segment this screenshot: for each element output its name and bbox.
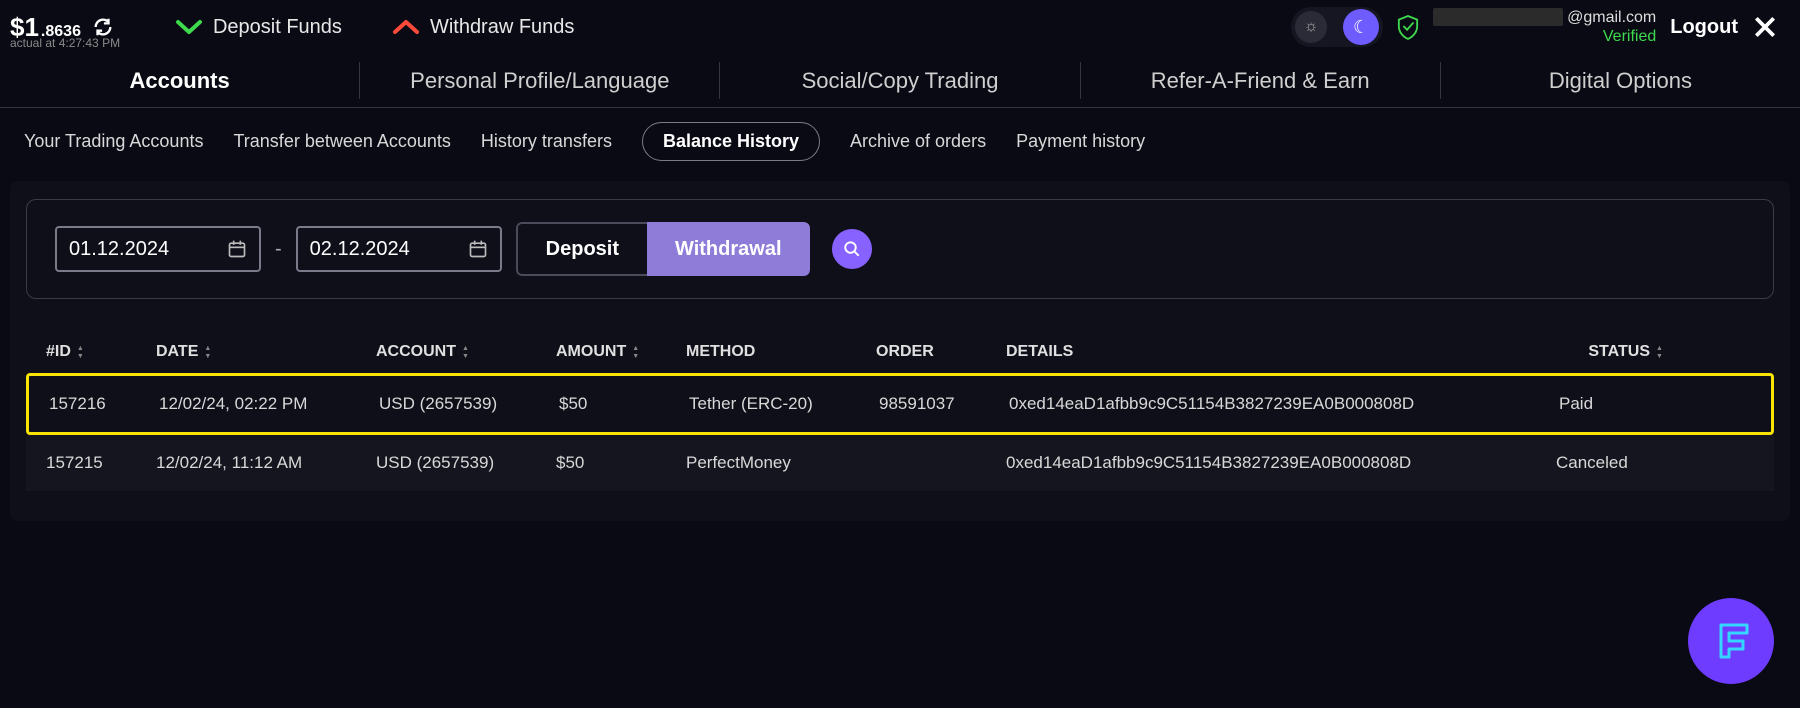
sort-icon	[632, 345, 642, 360]
th-id[interactable]: #ID	[46, 343, 156, 361]
subnav-archive-orders[interactable]: Archive of orders	[850, 123, 986, 160]
shield-verified-icon	[1397, 14, 1419, 40]
sub-nav: Your Trading Accounts Transfer between A…	[0, 108, 1800, 175]
nav-personal-profile[interactable]: Personal Profile/Language	[360, 54, 719, 107]
chevron-up-red-icon	[392, 17, 420, 37]
date-from-input[interactable]: 01.12.2024	[55, 226, 261, 272]
cell-method: Tether (ERC-20)	[689, 394, 879, 414]
table-header: #ID DATE ACCOUNT AMOUNT METHOD ORDER DET…	[26, 331, 1774, 373]
nav-accounts[interactable]: Accounts	[0, 54, 359, 107]
brand-logo-icon	[1707, 617, 1755, 665]
cell-status: Paid	[1559, 394, 1669, 414]
balance-history-table: #ID DATE ACCOUNT AMOUNT METHOD ORDER DET…	[26, 331, 1774, 491]
balance-timestamp: actual at 4:27:43 PM	[10, 36, 120, 50]
subnav-transfer[interactable]: Transfer between Accounts	[233, 123, 450, 160]
brand-logo-button[interactable]	[1688, 598, 1774, 684]
nav-social-trading[interactable]: Social/Copy Trading	[720, 54, 1079, 107]
deposit-funds-button[interactable]: Deposit Funds	[175, 16, 342, 39]
cell-id: 157215	[46, 453, 156, 473]
table-row: 157216 12/02/24, 02:22 PM USD (2657539) …	[26, 373, 1774, 435]
email-redacted-segment	[1433, 8, 1563, 26]
nav-digital-options[interactable]: Digital Options	[1441, 54, 1800, 107]
subnav-history-transfers[interactable]: History transfers	[481, 123, 612, 160]
date-to-input[interactable]: 02.12.2024	[296, 226, 502, 272]
search-icon	[843, 240, 861, 258]
verified-label: Verified	[1603, 27, 1656, 46]
theme-toggle[interactable]: ☼ ☾	[1291, 7, 1383, 47]
chevron-down-green-icon	[175, 17, 203, 37]
th-details: DETAILS	[1006, 343, 1556, 361]
cell-amount: $50	[559, 394, 689, 414]
withdraw-funds-button[interactable]: Withdraw Funds	[392, 16, 575, 39]
calendar-icon	[227, 239, 247, 259]
sort-icon	[462, 345, 472, 360]
content-panel: 01.12.2024 - 02.12.2024 Deposit Withdraw…	[10, 181, 1790, 521]
user-email: @gmail.com	[1433, 8, 1656, 27]
sort-icon	[1656, 345, 1666, 360]
cell-account: USD (2657539)	[376, 453, 556, 473]
topbar-right: ☼ ☾ @gmail.com Verified Logout	[1291, 7, 1790, 47]
cell-details: 0xed14eaD1afbb9c9C51154B3827239EA0B00080…	[1006, 453, 1556, 473]
deposit-funds-label: Deposit Funds	[213, 16, 342, 39]
date-range-separator: -	[275, 238, 282, 261]
cell-account: USD (2657539)	[379, 394, 559, 414]
th-status[interactable]: STATUS	[1556, 343, 1666, 361]
date-from-value: 01.12.2024	[69, 238, 169, 261]
th-method: METHOD	[686, 343, 876, 361]
cell-date: 12/02/24, 11:12 AM	[156, 453, 376, 473]
cell-id: 157216	[49, 394, 159, 414]
user-info: @gmail.com Verified	[1433, 8, 1656, 46]
filter-row: 01.12.2024 - 02.12.2024 Deposit Withdraw…	[26, 199, 1774, 299]
cell-date: 12/02/24, 02:22 PM	[159, 394, 379, 414]
topbar: $1 .8636 actual at 4:27:43 PM Deposit Fu…	[0, 0, 1800, 54]
sort-icon	[77, 345, 87, 360]
cell-details: 0xed14eaD1afbb9c9C51154B3827239EA0B00080…	[1009, 394, 1559, 414]
table-row: 157215 12/02/24, 11:12 AM USD (2657539) …	[26, 435, 1774, 491]
moon-icon: ☾	[1343, 9, 1379, 45]
calendar-icon	[468, 239, 488, 259]
cell-order: 98591037	[879, 394, 1009, 414]
th-amount[interactable]: AMOUNT	[556, 343, 686, 361]
main-nav: Accounts Personal Profile/Language Socia…	[0, 54, 1800, 108]
email-domain: @gmail.com	[1567, 8, 1656, 27]
sun-icon: ☼	[1295, 11, 1327, 43]
nav-refer-friend[interactable]: Refer-A-Friend & Earn	[1081, 54, 1440, 107]
date-to-value: 02.12.2024	[310, 238, 410, 261]
transaction-type-toggle: Deposit Withdrawal	[516, 222, 810, 276]
subnav-payment-history[interactable]: Payment history	[1016, 123, 1145, 160]
withdraw-funds-label: Withdraw Funds	[430, 16, 575, 39]
cell-status: Canceled	[1556, 453, 1666, 473]
subnav-trading-accounts[interactable]: Your Trading Accounts	[24, 123, 203, 160]
sort-icon	[204, 345, 214, 360]
segment-deposit[interactable]: Deposit	[516, 222, 647, 276]
segment-withdrawal[interactable]: Withdrawal	[647, 222, 810, 276]
logout-button[interactable]: Logout	[1670, 16, 1738, 39]
th-date[interactable]: DATE	[156, 343, 376, 361]
cell-method: PerfectMoney	[686, 453, 876, 473]
close-icon[interactable]	[1752, 14, 1778, 40]
cell-amount: $50	[556, 453, 686, 473]
subnav-balance-history[interactable]: Balance History	[642, 122, 820, 161]
search-button[interactable]	[832, 229, 872, 269]
th-account[interactable]: ACCOUNT	[376, 343, 556, 361]
th-order: ORDER	[876, 343, 1006, 361]
